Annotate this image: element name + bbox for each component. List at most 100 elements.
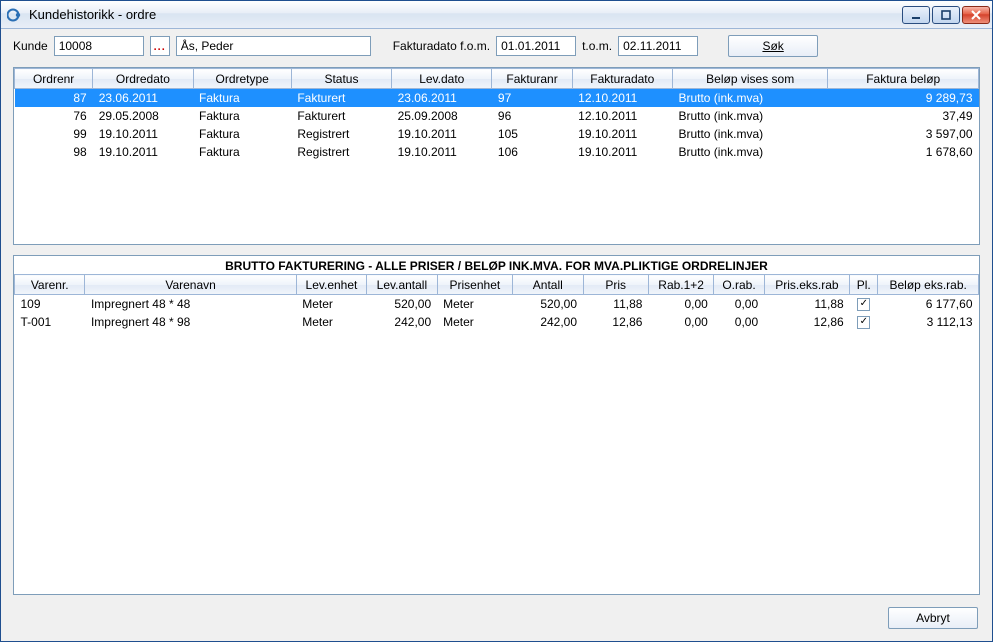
cell: Meter	[296, 313, 366, 331]
cell: Brutto (ink.mva)	[672, 143, 827, 161]
orders-row[interactable]: 9919.10.2011FakturaRegistrert19.10.20111…	[15, 125, 979, 143]
orders-column-header[interactable]: Ordrenr	[15, 69, 93, 89]
orders-column-header[interactable]: Ordretype	[193, 69, 291, 89]
ellipsis-icon: ...	[154, 41, 166, 53]
cell: 1 678,60	[828, 143, 979, 161]
cell: 520,00	[513, 295, 583, 313]
cell: 19.10.2011	[572, 143, 672, 161]
tom-label: t.o.m.	[582, 39, 612, 53]
cell: 11,88	[583, 295, 648, 313]
cell: 19.10.2011	[93, 143, 193, 161]
cell: Registrert	[291, 125, 391, 143]
kunde-name-input[interactable]	[176, 36, 371, 56]
lines-column-header[interactable]: O.rab.	[714, 275, 764, 295]
lines-column-header[interactable]: Lev.antall	[367, 275, 437, 295]
cell: 242,00	[513, 313, 583, 331]
kunde-lookup-button[interactable]: ...	[150, 36, 170, 56]
lines-column-header[interactable]: Lev.enhet	[296, 275, 366, 295]
lines-column-header[interactable]: Antall	[513, 275, 583, 295]
cell: Fakturert	[291, 89, 391, 107]
cell: Impregnert 48 * 98	[85, 313, 296, 331]
cell: 12,86	[764, 313, 850, 331]
cell: 11,88	[764, 295, 850, 313]
lines-column-header[interactable]: Beløp eks.rab.	[878, 275, 979, 295]
lines-column-header[interactable]: Varenavn	[85, 275, 296, 295]
cell: 0,00	[648, 313, 713, 331]
lines-row[interactable]: T-001Impregnert 48 * 98Meter242,00Meter2…	[15, 313, 979, 331]
cell: 99	[15, 125, 93, 143]
cell: 0,00	[714, 313, 764, 331]
lines-column-header[interactable]: Pris.eks.rab	[764, 275, 850, 295]
filter-bar: Kunde ... Fakturadato f.o.m. t.o.m. Søk	[1, 29, 992, 65]
cell: Meter	[437, 295, 512, 313]
cell: 3 597,00	[828, 125, 979, 143]
lines-column-header[interactable]: Rab.1+2	[648, 275, 713, 295]
lines-column-header[interactable]: Varenr.	[15, 275, 85, 295]
search-button-label: Søk	[762, 39, 783, 53]
cell: Fakturert	[291, 107, 391, 125]
cell: Faktura	[193, 143, 291, 161]
orders-column-header[interactable]: Fakturadato	[572, 69, 672, 89]
orders-grid-section: OrdrenrOrdredatoOrdretypeStatusLev.datoF…	[13, 67, 980, 245]
cell: Faktura	[193, 107, 291, 125]
cell: Brutto (ink.mva)	[672, 125, 827, 143]
orders-column-header[interactable]: Status	[291, 69, 391, 89]
cell: Faktura	[193, 125, 291, 143]
close-button[interactable]	[962, 6, 990, 24]
cell: 3 112,13	[878, 313, 979, 331]
cell: Faktura	[193, 89, 291, 107]
app-icon	[7, 7, 23, 23]
minimize-button[interactable]	[902, 6, 930, 24]
lines-grid-section: BRUTTO FAKTURERING - ALLE PRISER / BELØP…	[13, 255, 980, 595]
cell: ✓	[850, 295, 878, 313]
lines-grid-title: BRUTTO FAKTURERING - ALLE PRISER / BELØP…	[14, 256, 979, 274]
search-button[interactable]: Søk	[728, 35, 818, 57]
footer: Avbryt	[1, 599, 992, 641]
pl-checkbox[interactable]: ✓	[857, 298, 870, 311]
titlebar: Kundehistorikk - ordre	[1, 1, 992, 29]
cell: Meter	[296, 295, 366, 313]
cell: 76	[15, 107, 93, 125]
cancel-button[interactable]: Avbryt	[888, 607, 978, 629]
orders-grid[interactable]: OrdrenrOrdredatoOrdretypeStatusLev.datoF…	[14, 68, 979, 161]
cell: ✓	[850, 313, 878, 331]
orders-column-header[interactable]: Lev.dato	[392, 69, 492, 89]
orders-column-header[interactable]: Fakturanr	[492, 69, 572, 89]
window-title: Kundehistorikk - ordre	[29, 7, 902, 22]
lines-column-header[interactable]: Prisenhet	[437, 275, 512, 295]
lines-column-header[interactable]: Pris	[583, 275, 648, 295]
cell: 37,49	[828, 107, 979, 125]
orders-column-header[interactable]: Beløp vises som	[672, 69, 827, 89]
maximize-button[interactable]	[932, 6, 960, 24]
cell: 109	[15, 295, 85, 313]
orders-row[interactable]: 7629.05.2008FakturaFakturert25.09.200896…	[15, 107, 979, 125]
tom-input[interactable]	[618, 36, 698, 56]
orders-row[interactable]: 8723.06.2011FakturaFakturert23.06.201197…	[15, 89, 979, 107]
cell: 9 289,73	[828, 89, 979, 107]
cell: 19.10.2011	[392, 143, 492, 161]
pl-checkbox[interactable]: ✓	[857, 316, 870, 329]
orders-column-header[interactable]: Faktura beløp	[828, 69, 979, 89]
orders-column-header[interactable]: Ordredato	[93, 69, 193, 89]
cell: 12,86	[583, 313, 648, 331]
kunde-label: Kunde	[13, 39, 48, 53]
cell: 105	[492, 125, 572, 143]
orders-row[interactable]: 9819.10.2011FakturaRegistrert19.10.20111…	[15, 143, 979, 161]
cancel-button-label: Avbryt	[916, 611, 950, 625]
lines-grid[interactable]: Varenr.VarenavnLev.enhetLev.antallPrisen…	[14, 274, 979, 331]
lines-row[interactable]: 109Impregnert 48 * 48Meter520,00Meter520…	[15, 295, 979, 313]
kunde-input[interactable]	[54, 36, 144, 56]
cell: 242,00	[367, 313, 437, 331]
cell: 520,00	[367, 295, 437, 313]
cell: Registrert	[291, 143, 391, 161]
cell: 106	[492, 143, 572, 161]
cell: Meter	[437, 313, 512, 331]
cell: Brutto (ink.mva)	[672, 89, 827, 107]
cell: 19.10.2011	[392, 125, 492, 143]
window-frame: Kundehistorikk - ordre Kunde ... Faktura…	[0, 0, 993, 642]
fakturadato-fom-input[interactable]	[496, 36, 576, 56]
lines-column-header[interactable]: Pl.	[850, 275, 878, 295]
cell: 29.05.2008	[93, 107, 193, 125]
cell: Brutto (ink.mva)	[672, 107, 827, 125]
cell: 0,00	[648, 295, 713, 313]
